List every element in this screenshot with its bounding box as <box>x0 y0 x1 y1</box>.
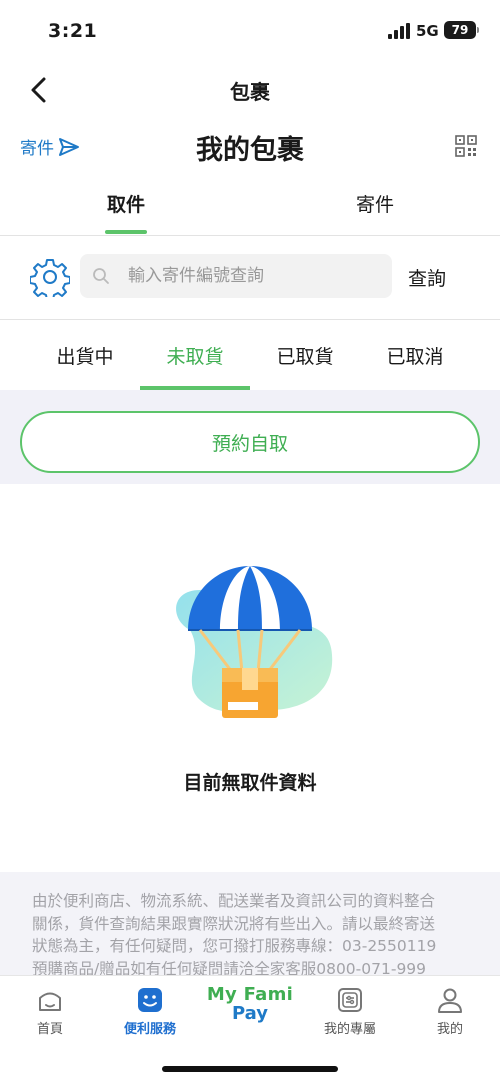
famipay-button[interactable]: My Fami Pay <box>200 984 300 1024</box>
qr-code-icon[interactable] <box>455 135 477 157</box>
main-tabs: 取件 寄件 <box>0 178 500 236</box>
nav-title: 包裹 <box>230 80 270 104</box>
tab-not-picked-up[interactable]: 未取貨 <box>140 342 250 369</box>
query-button[interactable]: 查詢 <box>408 264 446 291</box>
signal-strength-icon <box>388 23 410 39</box>
notice-line: 由於便利商店、物流系統、配送業者及資訊公司的資料整合 <box>32 892 436 910</box>
page-title: 我的包裹 <box>196 135 304 166</box>
reserve-pickup-button[interactable]: 預約自取 <box>20 411 480 473</box>
status-time: 3:21 <box>48 20 98 42</box>
network-type: 5G <box>416 22 439 40</box>
tab-send[interactable]: 寄件 <box>325 190 425 217</box>
nav-profile[interactable]: 我的 <box>400 986 500 1037</box>
profile-icon <box>438 988 462 1013</box>
tab-shipping[interactable]: 出貨中 <box>30 342 140 369</box>
notice-line: 關係，貨件查詢結果跟實際狀況將有些出入。請以最終寄送 <box>32 914 436 933</box>
home-icon <box>39 992 61 1011</box>
status-tabs: 出貨中 未取貨 已取貨 已取消 <box>0 320 500 390</box>
nav-services-label: 便利服務 <box>123 1022 176 1037</box>
nav-home[interactable]: 首頁 <box>0 986 100 1037</box>
settings-gear-icon[interactable] <box>30 257 70 297</box>
famipay-line1: My Fami <box>206 984 294 1005</box>
nav-exclusive-label: 我的專屬 <box>323 1022 376 1037</box>
search-icon <box>93 268 109 284</box>
tab-picked-up[interactable]: 已取貨 <box>250 342 360 369</box>
tab-active-indicator <box>105 230 147 234</box>
search-row: 查詢 <box>0 240 500 318</box>
nav-profile-label: 我的 <box>436 1022 463 1037</box>
parachute-package-illustration <box>176 566 333 718</box>
reserve-area: 預約自取 <box>0 390 500 484</box>
status-bar: 3:21 5G 79 <box>0 0 500 62</box>
battery-tip <box>477 27 479 33</box>
tracking-number-input[interactable] <box>128 266 378 286</box>
navigation-bar: 包裹 <box>0 62 500 118</box>
nav-exclusive[interactable]: 我的專屬 <box>300 986 400 1037</box>
tab-cancelled[interactable]: 已取消 <box>360 342 470 369</box>
service-icon <box>138 988 162 1012</box>
empty-state-message: 目前無取件資料 <box>183 772 317 794</box>
header-row: 寄件 我的包裹 <box>0 120 500 172</box>
battery-indicator: 79 <box>444 21 476 39</box>
disclaimer-notice: 由於便利商店、物流系統、配送業者及資訊公司的資料整合 關係，貨件查詢結果跟實際狀… <box>0 872 500 982</box>
home-indicator <box>162 1066 338 1072</box>
tab-pickup[interactable]: 取件 <box>76 190 176 217</box>
exclusive-icon <box>338 988 362 1012</box>
notice-line: 狀態為主，有任何疑問，您可撥打服務專線：03-2550119 <box>32 937 437 955</box>
search-box <box>80 254 392 298</box>
famipay-line2: Pay <box>231 1003 269 1024</box>
nav-services[interactable]: 便利服務 <box>100 986 200 1037</box>
nav-home-label: 首頁 <box>36 1022 63 1037</box>
